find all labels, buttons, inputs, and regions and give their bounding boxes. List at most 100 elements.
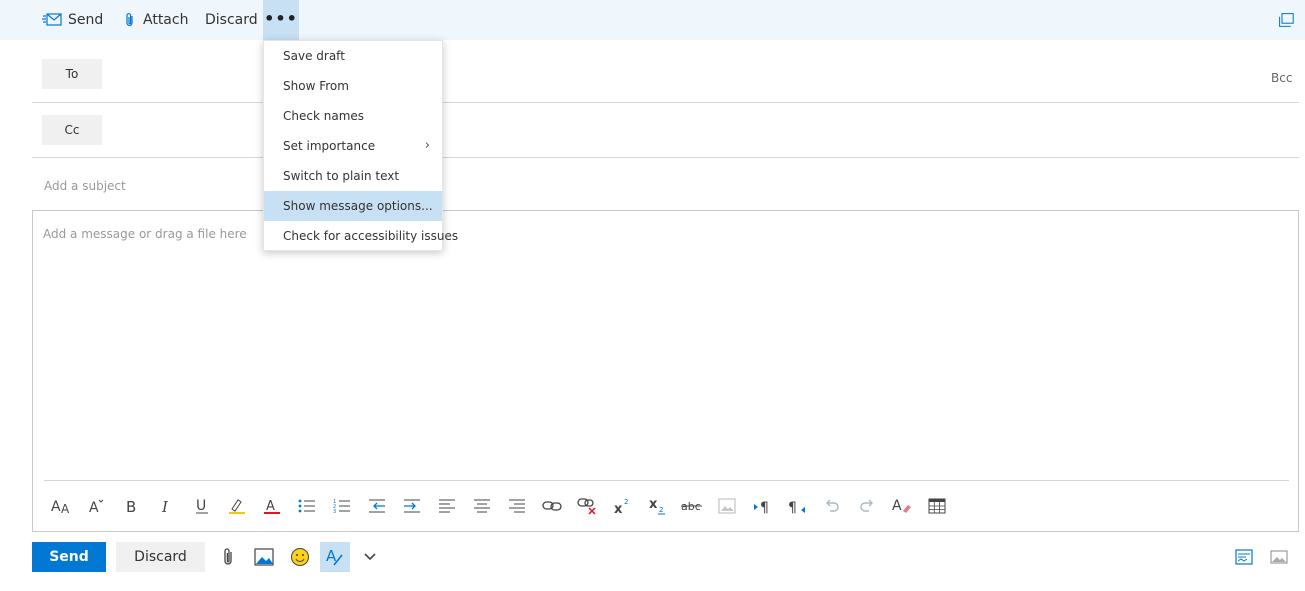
ltr-button[interactable]: ¶ <box>744 492 779 520</box>
toolbar-attach-label: Attach <box>143 12 189 28</box>
font-size-button[interactable]: AA <box>44 492 79 520</box>
format-divider <box>44 480 1289 481</box>
attach-file-button[interactable] <box>214 542 244 572</box>
toolbar-attach-button[interactable]: Attach <box>123 0 188 40</box>
clear-formatting-button[interactable]: A <box>884 492 919 520</box>
subject-input[interactable]: Add a subject <box>44 179 126 193</box>
send-button[interactable]: Send <box>32 542 106 572</box>
underline-button[interactable]: U <box>184 492 219 520</box>
bcc-link[interactable]: Bcc <box>1271 71 1292 85</box>
bullets-icon <box>298 499 315 513</box>
menu-item-label: Set importance <box>283 139 376 153</box>
ltr-icon: ¶ <box>753 500 769 514</box>
italic-button[interactable]: I <box>149 492 184 520</box>
rtl-button[interactable]: ¶ <box>779 492 814 520</box>
highlight-icon <box>228 499 245 514</box>
redo-icon <box>859 499 873 512</box>
toolbar-send-button[interactable]: Send <box>42 0 103 40</box>
menu-item-set-importance[interactable]: Set importance › <box>264 131 442 161</box>
insert-picture-button[interactable] <box>709 492 744 520</box>
popout-icon <box>1279 13 1294 27</box>
rtl-icon: ¶ <box>788 500 805 514</box>
bottom-action-bar: Send Discard A <box>0 540 1305 576</box>
menu-item-label: Check names <box>283 109 365 123</box>
redo-button[interactable] <box>849 492 884 520</box>
insert-picture-icon <box>718 498 735 514</box>
more-options-button[interactable]: ••• <box>263 0 299 40</box>
highlight-button[interactable] <box>219 492 254 520</box>
menu-item-label: Show From <box>283 79 349 93</box>
menu-item-check-accessibility[interactable]: Check for accessibility issues <box>264 221 458 251</box>
menu-item-switch-plain-text[interactable]: Switch to plain text <box>264 161 442 191</box>
increase-indent-button[interactable] <box>394 492 429 520</box>
table-button[interactable] <box>919 492 954 520</box>
superscript-button[interactable]: x2 <box>604 492 639 520</box>
discard-button[interactable]: Discard <box>116 542 205 572</box>
menu-item-show-from[interactable]: Show From <box>264 71 442 101</box>
font-color-icon: A <box>263 499 280 514</box>
menu-item-label: Save draft <box>283 49 345 63</box>
align-right-button[interactable] <box>499 492 534 520</box>
superscript-icon: x2 <box>614 498 628 515</box>
insert-media-button[interactable] <box>1264 542 1294 572</box>
font-size-icon: AA <box>51 499 70 515</box>
insert-image-button[interactable] <box>249 542 279 572</box>
cc-label: Cc <box>64 123 80 137</box>
toolbar-discard-button[interactable]: Discard <box>205 0 258 40</box>
decrease-indent-icon <box>368 499 385 513</box>
align-center-button[interactable] <box>464 492 499 520</box>
align-left-button[interactable] <box>429 492 464 520</box>
format-text-button[interactable]: A <box>320 542 350 572</box>
command-bar: Send Attach Discard ••• <box>0 0 1305 40</box>
menu-item-label: Check for accessibility issues <box>283 229 459 243</box>
svg-text:3: 3 <box>333 509 336 514</box>
font-color-button[interactable]: A <box>254 492 289 520</box>
svg-text:x: x <box>614 502 623 515</box>
chevron-down-icon <box>364 553 376 561</box>
emoji-button[interactable] <box>285 542 315 572</box>
cc-divider <box>32 157 1299 158</box>
signature-icon <box>1235 549 1253 565</box>
bold-button[interactable]: B <box>114 492 149 520</box>
cc-button[interactable]: Cc <box>42 115 102 145</box>
align-right-icon <box>508 499 525 513</box>
grow-font-button[interactable]: A <box>79 492 114 520</box>
strikethrough-icon: abc <box>680 500 702 513</box>
picture-icon <box>1270 550 1288 564</box>
decrease-indent-button[interactable] <box>359 492 394 520</box>
italic-icon: I <box>161 498 169 514</box>
svg-text:2: 2 <box>624 498 628 506</box>
subscript-button[interactable]: x2 <box>639 492 674 520</box>
numbering-button[interactable]: 123 <box>324 492 359 520</box>
menu-item-check-names[interactable]: Check names <box>264 101 442 131</box>
undo-button[interactable] <box>814 492 849 520</box>
insert-link-button[interactable] <box>534 492 569 520</box>
toolbar-discard-label: Discard <box>205 12 258 28</box>
table-icon <box>928 498 945 514</box>
menu-item-label: Switch to plain text <box>283 169 400 183</box>
menu-item-save-draft[interactable]: Save draft <box>264 41 442 71</box>
svg-text:¶: ¶ <box>760 500 769 514</box>
menu-item-show-message-options[interactable]: Show message options... <box>264 191 442 221</box>
strikethrough-button[interactable]: abc <box>674 492 709 520</box>
to-label: To <box>65 67 79 81</box>
bullets-button[interactable] <box>289 492 324 520</box>
to-divider <box>32 102 1299 103</box>
svg-text:2: 2 <box>659 506 663 514</box>
svg-text:U: U <box>196 498 206 514</box>
numbering-icon: 123 <box>333 499 350 514</box>
menu-item-label: Show message options... <box>283 199 433 213</box>
increase-indent-icon <box>403 499 420 513</box>
svg-text:A: A <box>89 500 99 515</box>
more-actions-button[interactable] <box>355 542 385 572</box>
clear-formatting-icon: A <box>892 498 911 514</box>
subscript-icon: x2 <box>649 497 665 515</box>
svg-text:¶: ¶ <box>788 500 797 514</box>
message-body[interactable] <box>32 210 1299 532</box>
underline-icon: U <box>195 498 208 514</box>
to-button[interactable]: To <box>42 59 102 89</box>
popout-button[interactable] <box>1278 0 1300 40</box>
insert-signature-button[interactable] <box>1229 542 1259 572</box>
format-text-icon: A <box>326 547 343 566</box>
remove-link-button[interactable] <box>569 492 604 520</box>
